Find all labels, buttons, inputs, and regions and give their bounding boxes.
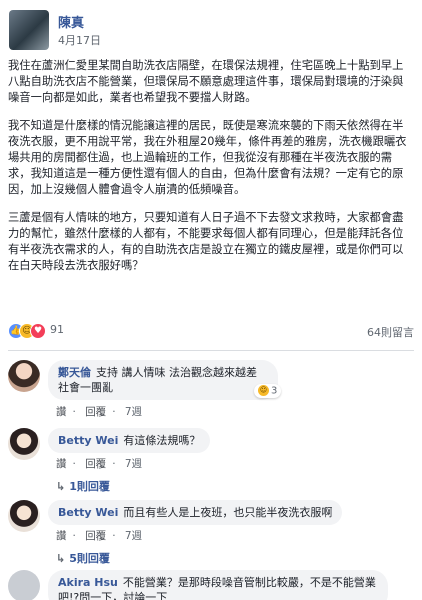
replies-count: 1則回覆	[69, 480, 110, 493]
post-paragraph: 三蘆是個有人情味的地方，只要知道有人日子過不下去發文求救時，大家都會盡力的幫忙，…	[8, 211, 404, 272]
comment-text: 有這條法規嗎？	[123, 434, 201, 447]
post-body: 我住在蘆洲仁愛里某間自助洗衣店隔壁，在環保法規裡，住宅區晚上十點到早上八點自助洗…	[8, 58, 413, 286]
like-button[interactable]: 讚	[56, 406, 67, 418]
commenter-avatar[interactable]	[8, 360, 40, 392]
author-name[interactable]: 陳真	[58, 12, 84, 31]
author-avatar[interactable]	[9, 10, 49, 50]
view-replies-link[interactable]: ↳ 5則回覆	[56, 550, 110, 566]
commenter-avatar[interactable]	[8, 500, 40, 532]
comment-text: 支持 講人情味 法治觀念越來越差	[96, 366, 257, 379]
comment: Betty Wei 有這條法規嗎？ 讚 · 回覆 · 7週 ↳ 1則回覆	[8, 428, 414, 494]
facebook-post: 陳真 4月17日 我住在蘆洲仁愛里某間自助洗衣店隔壁，在環保法規裡，住宅區晚上十…	[0, 0, 422, 600]
commenter-name[interactable]: Betty Wei	[58, 506, 118, 519]
comment-time[interactable]: 7週	[125, 530, 142, 542]
separator: ·	[72, 458, 76, 470]
commenter-avatar[interactable]	[8, 570, 40, 600]
comment-text: 而且有些人是上夜班，也只能半夜洗衣服啊	[123, 506, 333, 519]
reply-arrow-icon: ↳	[56, 552, 66, 565]
commenter-name[interactable]: Betty Wei	[58, 434, 118, 447]
comment-bubble: Akira Hsu 不能營業？是那時段噪音管制比較嚴，不是不能營業 吧!?問一下，…	[48, 570, 388, 600]
view-replies-link[interactable]: ↳ 1則回覆	[56, 478, 110, 494]
reply-button[interactable]: 回覆	[85, 458, 106, 470]
separator: ·	[112, 530, 116, 542]
separator: ·	[72, 406, 76, 418]
reply-arrow-icon: ↳	[56, 480, 66, 493]
post-header: 陳真 4月17日	[9, 10, 409, 54]
reply-button[interactable]: 回覆	[85, 406, 106, 418]
post-paragraph: 我不知道是什麼樣的情況能讓這裡的居民，既使是寒流來襲的下雨天依然得在半夜洗衣服，…	[8, 119, 407, 196]
comment-text: 吧!?問一下，討論一下	[58, 591, 168, 600]
comment-count[interactable]: 64則留言	[367, 324, 414, 340]
post-paragraph: 我住在蘆洲仁愛里某間自助洗衣店隔壁，在環保法規裡，住宅區晚上十點到早上八點自助洗…	[8, 59, 404, 104]
comment: 鄭天倫 支持 講人情味 法治觀念越來越差 社會一團亂 ☺ 3 讚 · 回覆 · 7週	[8, 360, 414, 420]
comment-text: 社會一團亂	[58, 381, 113, 394]
comment: Betty Wei 而且有些人是上夜班，也只能半夜洗衣服啊 讚 · 回覆 · 7週 ↳…	[8, 500, 414, 566]
comment-reaction-count: 3	[271, 385, 278, 397]
comment: Akira Hsu 不能營業？是那時段噪音管制比較嚴，不是不能營業 吧!?問一下，…	[8, 570, 414, 600]
post-date[interactable]: 4月17日	[58, 32, 101, 48]
separator: ·	[112, 458, 116, 470]
comment-bubble: Betty Wei 有這條法規嗎？	[48, 428, 211, 453]
separator: ·	[72, 530, 76, 542]
comment-time[interactable]: 7週	[125, 406, 142, 418]
commenter-name[interactable]: Akira Hsu	[58, 576, 118, 589]
comment-actions: 讚 · 回覆 · 7週	[56, 404, 148, 419]
commenter-name[interactable]: 鄭天倫	[58, 366, 91, 379]
reaction-count[interactable]: 91	[50, 323, 64, 336]
comment-text: 不能營業？是那時段噪音管制比較嚴，不是不能營業	[122, 576, 376, 589]
replies-count: 5則回覆	[69, 552, 110, 565]
comment-bubble: Betty Wei 而且有些人是上夜班，也只能半夜洗衣服啊	[48, 500, 343, 525]
like-button[interactable]: 讚	[56, 530, 67, 542]
comment-bubble: 鄭天倫 支持 講人情味 法治觀念越來越差 社會一團亂	[48, 360, 278, 400]
haha-reaction-icon: ☺	[258, 385, 269, 396]
separator: ·	[112, 406, 116, 418]
commenter-avatar[interactable]	[8, 428, 40, 460]
like-button[interactable]: 讚	[56, 458, 67, 470]
comment-actions: 讚 · 回覆 · 7週	[56, 528, 148, 543]
reply-button[interactable]: 回覆	[85, 530, 106, 542]
love-reaction-icon: ♥	[30, 323, 46, 339]
comment-actions: 讚 · 回覆 · 7週	[56, 456, 148, 471]
comment-time[interactable]: 7週	[125, 458, 142, 470]
divider	[8, 350, 414, 351]
reactions-bar[interactable]: 👍 ☺ ♥ 91 64則留言	[8, 323, 414, 341]
comment-reactions[interactable]: ☺ 3	[254, 384, 282, 398]
